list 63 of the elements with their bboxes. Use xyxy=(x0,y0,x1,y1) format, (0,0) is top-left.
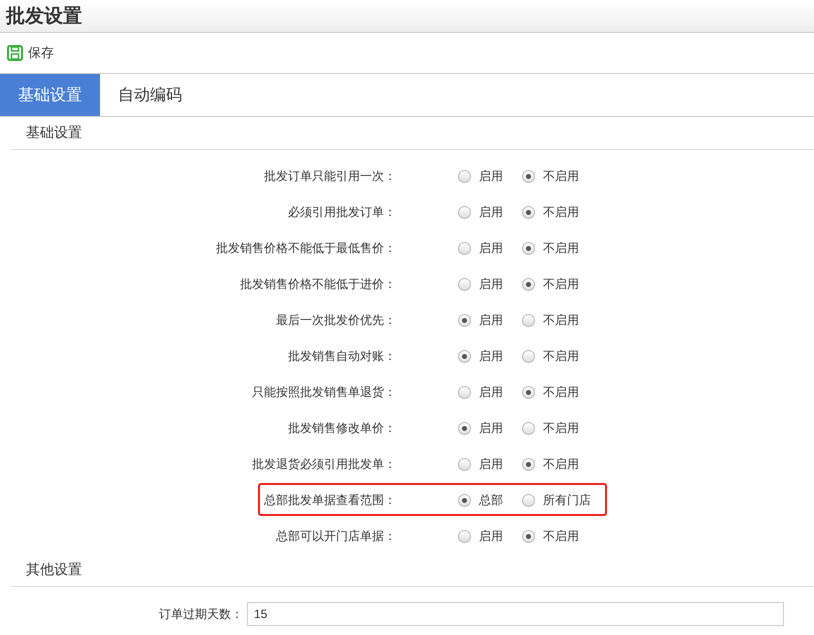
radio-option[interactable]: 启用 xyxy=(458,420,503,436)
radio-option[interactable]: 不启用 xyxy=(522,384,579,400)
radio-option[interactable]: 不启用 xyxy=(522,276,579,292)
radio-option[interactable]: 不启用 xyxy=(522,456,579,472)
radio-option[interactable]: 启用 xyxy=(458,348,503,364)
radio-button[interactable] xyxy=(522,350,535,362)
radio-button[interactable] xyxy=(522,278,535,290)
radio-button[interactable] xyxy=(458,278,471,290)
radio-button[interactable] xyxy=(458,422,471,434)
radio-option[interactable]: 不启用 xyxy=(522,240,579,256)
setting-label: 最后一次批发价优先： xyxy=(275,312,396,328)
radio-button[interactable] xyxy=(458,170,471,182)
radio-button[interactable] xyxy=(458,530,471,542)
radio-option[interactable]: 启用 xyxy=(458,528,503,544)
radio-button[interactable] xyxy=(458,350,471,362)
radio-option[interactable]: 启用 xyxy=(458,240,503,256)
radio-option[interactable]: 不启用 xyxy=(522,168,579,184)
radio-option[interactable]: 启用 xyxy=(458,168,503,184)
radio-button[interactable] xyxy=(522,386,535,398)
setting-label: 只能按照批发销售单退货： xyxy=(251,384,396,400)
radio-option[interactable]: 不启用 xyxy=(522,348,579,364)
field-label: 订单过期天数： xyxy=(158,606,243,622)
setting-label: 批发销售价格不能低于最低售价： xyxy=(215,240,396,256)
setting-label: 批发销售自动对账： xyxy=(287,348,396,364)
radio-option[interactable]: 启用 xyxy=(458,276,503,292)
radio-button[interactable] xyxy=(522,170,535,182)
radio-option[interactable]: 启用 xyxy=(458,384,503,400)
setting-label: 总部批发单据查看范围： xyxy=(263,492,396,508)
radio-button[interactable] xyxy=(522,494,535,506)
radio-option[interactable]: 启用 xyxy=(458,456,503,472)
radio-button[interactable] xyxy=(522,206,535,218)
radio-button[interactable] xyxy=(458,494,471,506)
radio-option[interactable]: 启用 xyxy=(458,204,503,220)
save-button[interactable]: 保存 xyxy=(7,44,54,62)
radio-button[interactable] xyxy=(458,314,471,326)
radio-option[interactable]: 总部 xyxy=(458,492,503,508)
radio-option[interactable]: 不启用 xyxy=(522,528,579,544)
tab[interactable]: 基础设置 xyxy=(0,74,100,116)
setting-label: 批发销售价格不能低于进价： xyxy=(239,276,396,292)
radio-button[interactable] xyxy=(522,458,535,470)
radio-option[interactable]: 启用 xyxy=(458,312,503,328)
radio-button[interactable] xyxy=(458,206,471,218)
save-icon xyxy=(7,45,23,61)
page-title: 批发设置 xyxy=(6,5,82,29)
setting-label: 批发订单只能引用一次： xyxy=(263,168,396,184)
input-field[interactable]: 15 xyxy=(247,602,784,626)
radio-option[interactable]: 不启用 xyxy=(522,420,579,436)
section-title: 基础设置 xyxy=(25,124,82,142)
radio-option[interactable]: 所有门店 xyxy=(522,492,591,508)
setting-label: 批发退货必须引用批发单： xyxy=(251,456,396,472)
radio-button[interactable] xyxy=(458,458,471,470)
radio-button[interactable] xyxy=(458,386,471,398)
radio-button[interactable] xyxy=(522,422,535,434)
setting-label: 必须引用批发订单： xyxy=(287,204,396,220)
setting-label: 总部可以开门店单据： xyxy=(275,528,396,544)
radio-option[interactable]: 不启用 xyxy=(522,204,579,220)
setting-label: 批发销售修改单价： xyxy=(287,420,396,436)
radio-button[interactable] xyxy=(458,242,471,254)
radio-button[interactable] xyxy=(522,314,535,326)
section-title: 其他设置 xyxy=(25,561,82,579)
radio-button[interactable] xyxy=(522,530,535,542)
radio-button[interactable] xyxy=(522,242,535,254)
radio-option[interactable]: 不启用 xyxy=(522,312,579,328)
